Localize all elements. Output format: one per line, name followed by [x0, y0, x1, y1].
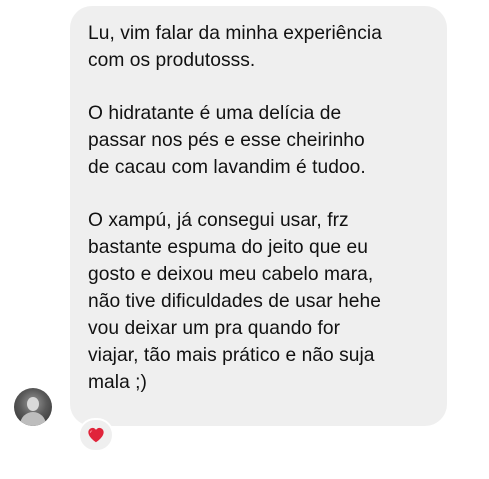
conversation: Lu, vim falar da minha experiência com o… [0, 0, 489, 479]
message-bubble[interactable]: Lu, vim falar da minha experiência com o… [70, 6, 447, 426]
avatar-face [27, 397, 39, 411]
avatar-shoulders [20, 412, 46, 426]
message-paragraph: Lu, vim falar da minha experiência com o… [88, 23, 382, 71]
red-heart-icon [88, 427, 104, 443]
message-paragraph: O xampú, já consegui usar, frz bastante … [88, 210, 381, 393]
reaction-badge[interactable] [78, 418, 114, 452]
sender-avatar[interactable] [14, 388, 52, 426]
message-paragraph: O hidratante é uma delícia de passar nos… [88, 103, 366, 178]
